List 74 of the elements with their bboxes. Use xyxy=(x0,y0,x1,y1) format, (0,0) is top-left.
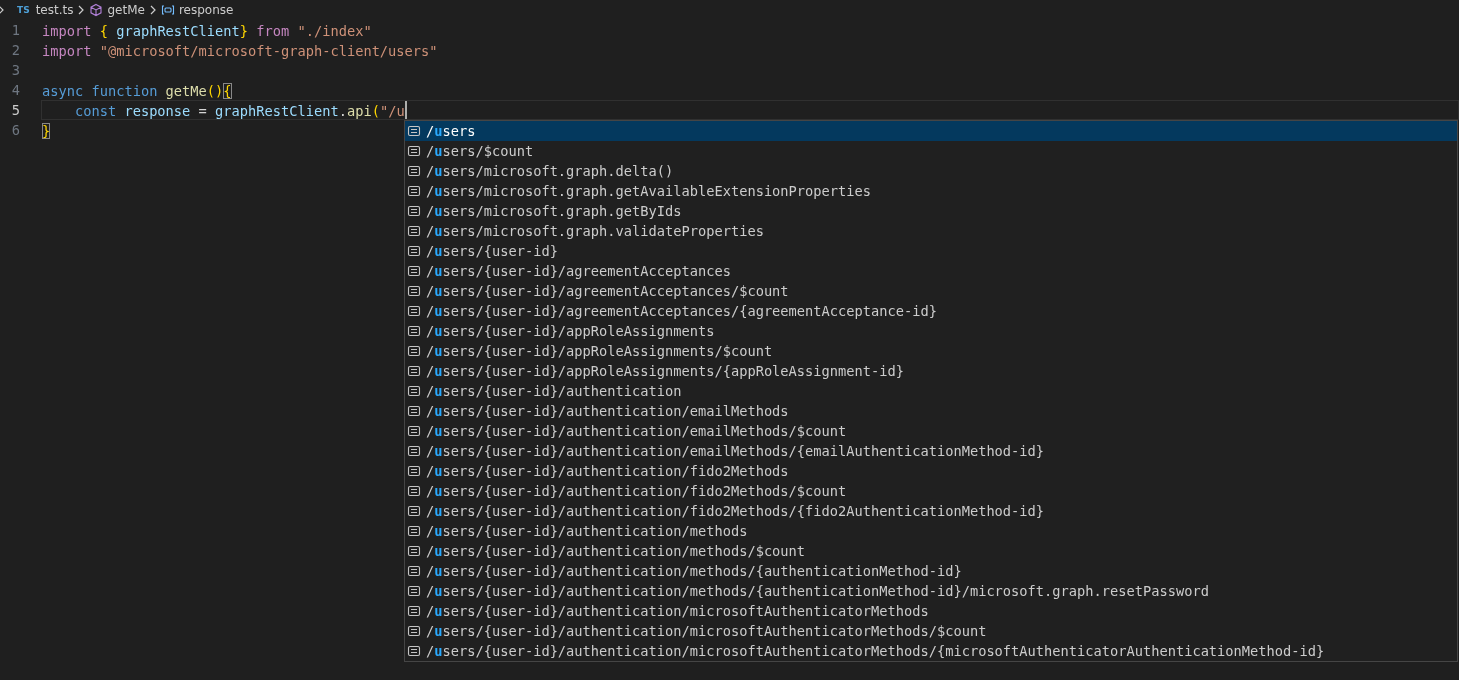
suggestion-item[interactable]: /users/microsoft.graph.getByIds xyxy=(405,201,1457,221)
suggestion-item[interactable]: /users/microsoft.graph.getAvailableExtensionProperties xyxy=(405,181,1457,201)
suggestion-item[interactable]: /users/{user-id}/authentication/fido2Methods/{fido2AuthenticationMethod-id} xyxy=(405,501,1457,521)
suggestion-item[interactable]: /users/{user-id} xyxy=(405,241,1457,261)
text-icon xyxy=(407,384,421,398)
suggestion-item[interactable]: /users/{user-id}/authentication/microsoftAuthenticatorMethods xyxy=(405,601,1457,621)
suggestion-item[interactable]: /users/microsoft.graph.validateProperties xyxy=(405,221,1457,241)
line-number: 4 xyxy=(10,81,20,100)
suggestion-item[interactable]: /users xyxy=(405,121,1457,141)
line-number: 6 xyxy=(10,121,20,140)
text-icon xyxy=(407,144,421,158)
text-icon xyxy=(407,624,421,638)
suggestion-item[interactable]: /users/$count xyxy=(405,141,1457,161)
code-line: const response = graphRestClient.api("/u xyxy=(73,102,405,119)
variable-icon xyxy=(160,3,175,17)
text-icon xyxy=(407,504,421,518)
suggestion-item[interactable]: /users/{user-id}/appRoleAssignments/$count xyxy=(405,341,1457,361)
suggestion-item[interactable]: /users/{user-id}/appRoleAssignments xyxy=(405,321,1457,341)
text-icon xyxy=(407,404,421,418)
text-icon xyxy=(407,464,421,478)
line-number: 1 xyxy=(10,21,20,40)
text-icon xyxy=(407,604,421,618)
text-icon xyxy=(407,344,421,358)
line-number: 5 xyxy=(10,101,20,120)
text-icon xyxy=(407,524,421,538)
breadcrumb-item[interactable]: getMe xyxy=(107,3,145,17)
text-icon xyxy=(407,584,421,598)
suggestion-item[interactable]: /users/microsoft.graph.delta() xyxy=(405,161,1457,181)
text-icon xyxy=(407,124,421,138)
chevron-icon xyxy=(148,4,157,16)
breadcrumb-item[interactable]: test.ts xyxy=(35,3,74,17)
line-number: 2 xyxy=(10,41,20,60)
suggestion-item[interactable]: /users/{user-id}/authentication/microsoftAuthenticatorMethods/{microsoftAuthenticatorAuthenticationMethod-id} xyxy=(405,641,1457,661)
text-icon xyxy=(407,324,421,338)
text-icon xyxy=(407,204,421,218)
text-icon xyxy=(407,244,421,258)
text-icon xyxy=(407,184,421,198)
breadcrumb-item[interactable]: response xyxy=(178,3,234,17)
text-icon xyxy=(407,304,421,318)
code-line: import { graphRestClient} from "./index" xyxy=(42,22,372,39)
text-icon xyxy=(407,564,421,578)
suggestion-item[interactable]: /users/{user-id}/agreementAcceptances/{agreementAcceptance-id} xyxy=(405,301,1457,321)
text-icon xyxy=(407,224,421,238)
suggestion-item[interactable]: /users/{user-id}/authentication/fido2Methods xyxy=(405,461,1457,481)
line-number: 3 xyxy=(10,61,20,80)
suggestion-item[interactable]: /users/{user-id}/authentication/emailMethods/$count xyxy=(405,421,1457,441)
suggestion-item[interactable]: /users/{user-id}/authentication/methods/{authenticationMethod-id}/microsoft.graph.resetPassword xyxy=(405,581,1457,601)
suggestion-item[interactable]: /users/{user-id}/authentication xyxy=(405,381,1457,401)
suggestion-item[interactable]: /users/{user-id}/authentication/methods xyxy=(405,521,1457,541)
text-cursor xyxy=(404,101,407,119)
text-icon xyxy=(407,544,421,558)
code-line: import "@microsoft/microsoft-graph-client/users" xyxy=(42,42,438,59)
suggestion-item[interactable]: /users/{user-id}/authentication/emailMethods/{emailAuthenticationMethod-id} xyxy=(405,441,1457,461)
text-icon xyxy=(407,444,421,458)
code-line: async function getMe(){ xyxy=(42,82,232,99)
suggestion-item[interactable]: /users/{user-id}/authentication/fido2Methods/$count xyxy=(405,481,1457,501)
suggestion-item[interactable]: /users/{user-id}/authentication/emailMethods xyxy=(405,401,1457,421)
suggestion-item[interactable]: /users/{user-id}/authentication/methods/$count xyxy=(405,541,1457,561)
suggestion-item[interactable]: /users/{user-id}/agreementAcceptances/$count xyxy=(405,281,1457,301)
suggestion-item[interactable]: /users/{user-id}/authentication/microsoftAuthenticatorMethods/$count xyxy=(405,621,1457,641)
text-icon xyxy=(407,644,421,658)
text-icon xyxy=(407,484,421,498)
chevron-icon xyxy=(77,4,86,16)
suggestion-item[interactable]: /users/{user-id}/agreementAcceptances xyxy=(405,261,1457,281)
cube-icon xyxy=(89,3,104,17)
suggestion-item[interactable]: /users/{user-id}/appRoleAssignments/{appRoleAssignment-id} xyxy=(405,361,1457,381)
typescript-label: TS xyxy=(17,5,30,15)
text-icon xyxy=(407,284,421,298)
text-icon xyxy=(407,164,421,178)
code-line: } xyxy=(42,122,51,139)
suggestion-item[interactable]: /users/{user-id}/authentication/methods/{authenticationMethod-id} xyxy=(405,561,1457,581)
text-icon xyxy=(407,264,421,278)
text-icon xyxy=(407,424,421,438)
text-icon xyxy=(407,364,421,378)
